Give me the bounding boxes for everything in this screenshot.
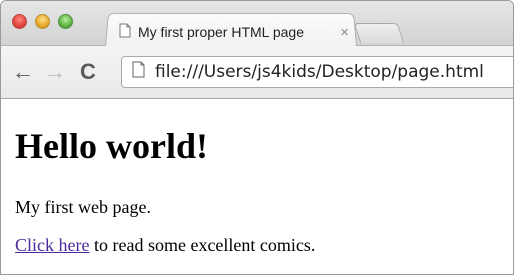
window-controls: [12, 14, 73, 29]
comics-link-suffix: to read some excellent comics.: [89, 235, 316, 255]
minimize-window-button[interactable]: [35, 14, 50, 29]
browser-toolbar: ← → C file:///Users/js4kids/Desktop/page…: [1, 46, 513, 99]
zoom-window-button[interactable]: [58, 14, 73, 29]
back-arrow-icon[interactable]: ←: [10, 59, 36, 85]
new-tab-button[interactable]: [353, 23, 405, 43]
comics-paragraph: Click here to read some excellent comics…: [15, 234, 513, 256]
address-bar[interactable]: file:///Users/js4kids/Desktop/page.html: [121, 56, 513, 88]
page-heading: Hello world!: [15, 126, 208, 166]
reload-icon[interactable]: C: [75, 59, 101, 85]
intro-paragraph: My first web page.: [15, 197, 151, 217]
document-icon: [119, 23, 131, 41]
tab-close-icon[interactable]: ×: [340, 24, 349, 41]
tab-title: My first proper HTML page: [138, 24, 304, 40]
file-icon: [132, 61, 145, 83]
comics-link[interactable]: Click here: [15, 235, 89, 255]
page-content: Hello world! My first web page. Click he…: [1, 99, 513, 256]
browser-window: My first proper HTML page × ← → C file:/…: [0, 0, 514, 275]
close-window-button[interactable]: [12, 14, 27, 29]
tab-strip: My first proper HTML page ×: [1, 1, 513, 46]
tab-content[interactable]: My first proper HTML page ×: [119, 19, 349, 45]
url-text[interactable]: file:///Users/js4kids/Desktop/page.html: [155, 62, 484, 82]
forward-arrow-icon[interactable]: →: [42, 59, 68, 85]
